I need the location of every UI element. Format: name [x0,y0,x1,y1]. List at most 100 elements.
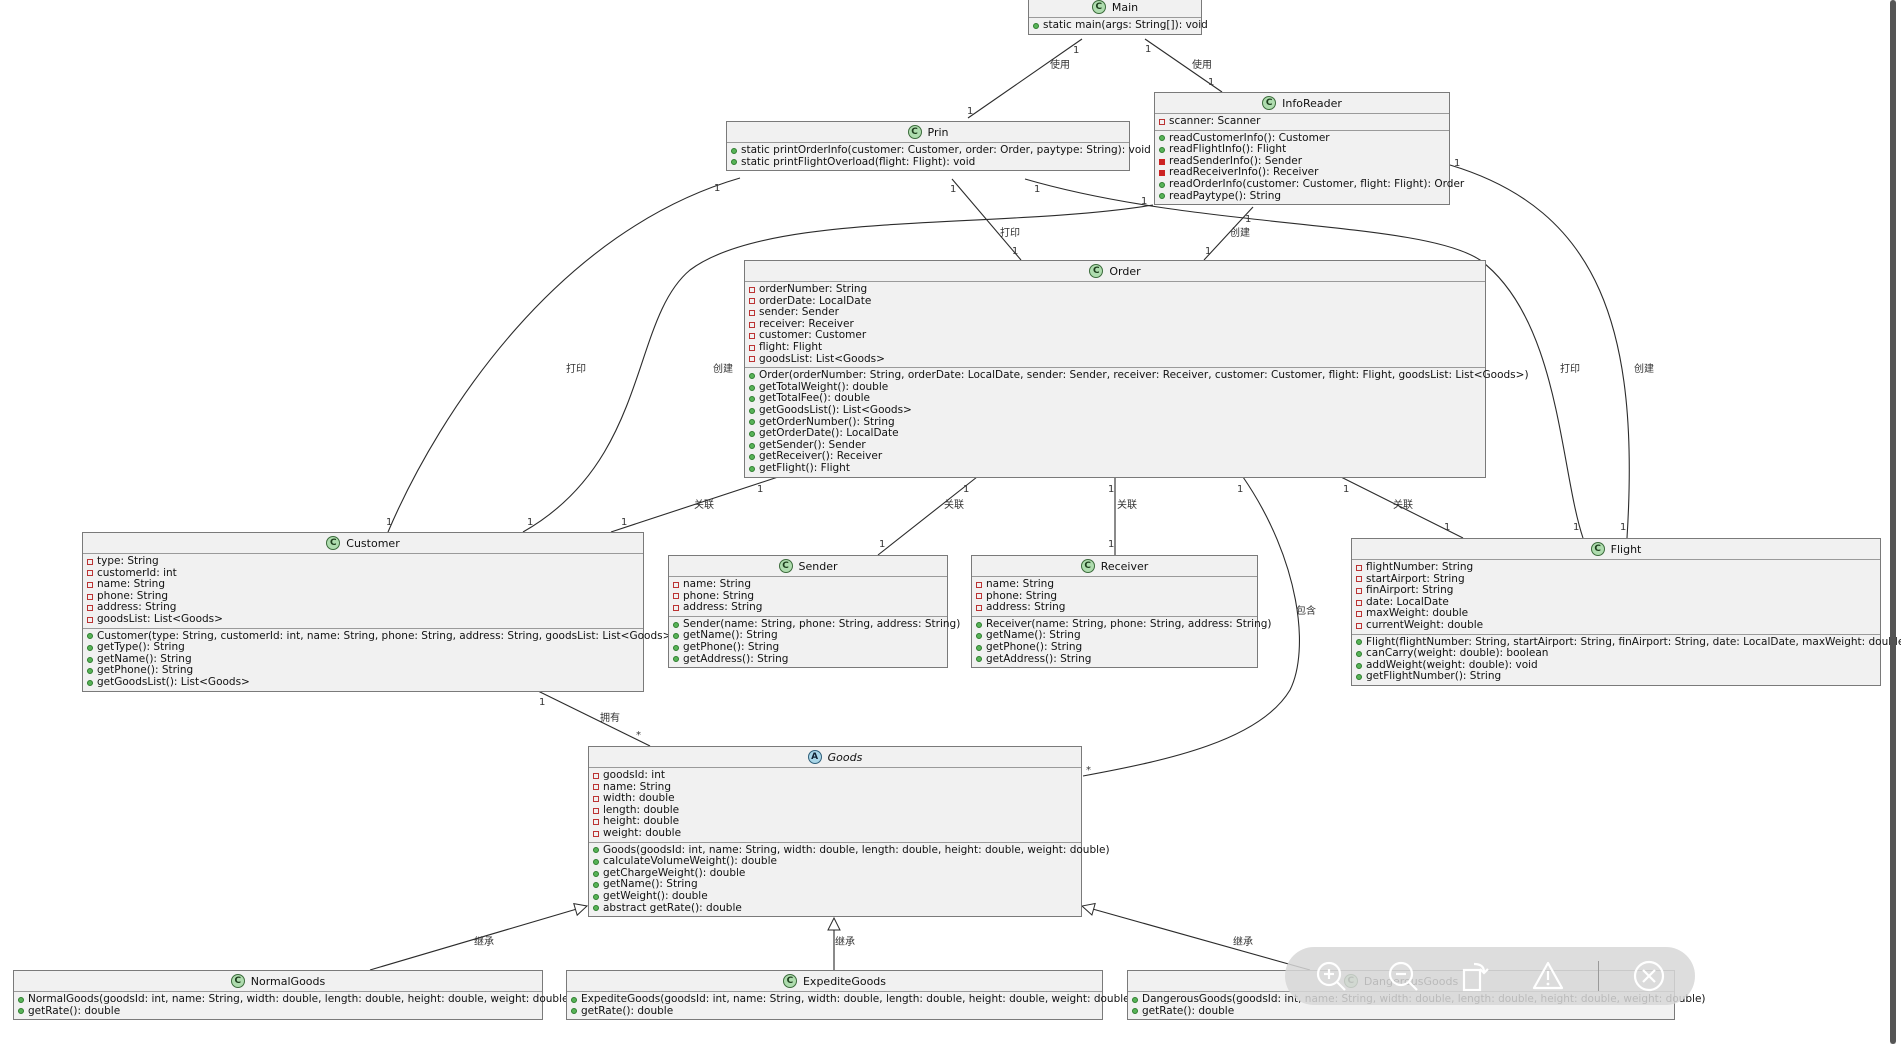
public-icon [749,430,755,437]
public-icon [18,996,24,1003]
method-text: static printFlightOverload(flight: Fligh… [741,155,976,168]
public-icon [976,621,982,628]
private-icon [749,298,755,305]
edge-label: 创建 [713,362,733,375]
private-icon [593,795,599,802]
attribute-text: flight: Flight [759,340,823,353]
public-icon [1356,650,1362,657]
method-row: Order(orderNumber: String, orderDate: Lo… [749,370,1529,382]
method-row: getAddress(): String [673,653,943,666]
multiplicity: 1 [1205,246,1211,257]
class-header: C Order [745,261,1485,282]
attribute-text: type: String [97,555,159,567]
zoom-out-button[interactable] [1381,954,1425,998]
method-text: getType(): String [97,641,185,654]
private-icon [87,605,93,612]
class-main: C Main static main(args: String[]): void [1028,0,1208,35]
rotate-icon [1463,962,1490,992]
close-button[interactable] [1627,954,1671,998]
multiplicity: 1 [1237,484,1243,495]
multiplicity: 1 [714,183,720,194]
method-text: getFlightNumber(): String [1366,670,1502,683]
zoom-in-button[interactable] [1309,954,1353,998]
multiplicity: * [1086,765,1091,776]
edge-prin-customer [387,177,741,533]
attribute-row: customer: Customer [749,330,1481,342]
class-expeditegoods: C ExpediteGoods ExpediteGoods(goodsId: int… [566,970,1134,1021]
private-icon [87,570,93,577]
class-name: Goods [827,750,863,764]
attribute-list: orderNumber: String orderDate: LocalDate s… [745,282,1485,367]
public-icon [673,633,679,640]
method-list: Customer(type: String, customerId: int, … [83,627,675,691]
class-receiver: C Receiver name: String phone: String addres… [971,555,1272,669]
method-list: readCustomerInfo(): Customer readFlightIn… [1155,129,1464,205]
class-icon: C [1089,264,1104,278]
method-row: ExpediteGoods(goodsId: int, name: String… [571,993,1134,1006]
method-list: Flight(flightNumber: String, startAirpor… [1352,633,1901,685]
method-row: abstract getRate(): double [593,902,1077,915]
method-row: static printOrderInfo(customer: Customer… [731,144,1151,157]
private-icon [593,772,599,779]
private-icon [1356,599,1362,606]
method-row: getFlight(): Flight [749,462,1481,475]
multiplicity: 1 [1573,522,1579,533]
edge-customer-goods [527,684,651,747]
private-icon [593,784,599,791]
method-row: getFlightNumber(): String [1356,671,1876,683]
edge-label: 关联 [1393,498,1413,511]
public-icon [976,656,982,663]
attribute-row: address: String [976,602,1253,614]
edge-label: 继承 [1233,935,1253,948]
public-icon [976,633,982,640]
attribute-row: name: String [976,578,1253,591]
method-list: Receiver(name: String, phone: String, ad… [972,615,1272,667]
private-icon [1356,576,1362,583]
public-icon [673,656,679,663]
method-text: getRate(): double [581,1004,674,1017]
report-icon [1532,961,1563,990]
multiplicity: 1 [1454,158,1460,169]
report-button[interactable] [1526,954,1570,998]
class-icon: C [782,974,797,988]
attribute-text: scanner: Scanner [1169,115,1261,127]
rotate-button[interactable] [1453,954,1497,998]
class-order: C Order orderNumber: String orderDate: Loca… [744,260,1529,478]
abstract-class-icon: A [807,750,822,764]
attribute-text: goodsList: List<Goods> [97,612,223,625]
attribute-row: orderNumber: String [749,283,1481,296]
method-text: Order(orderNumber: String, orderDate: Lo… [759,369,1529,382]
scrollbar-thumb[interactable] [1890,0,1896,1044]
method-text: calculateVolumeWeight(): double [603,855,777,868]
class-name: Prin [927,125,949,139]
class-name: Sender [798,559,838,573]
attribute-row: scanner: Scanner [1159,115,1445,128]
class-header: C Prin [727,122,1129,143]
attribute-row: currentWeight: double [1356,619,1876,632]
public-icon [749,372,755,379]
attribute-text: name: String [986,578,1054,590]
method-row: getRate(): double [18,1005,538,1018]
method-list: ExpediteGoods(goodsId: int, name: String… [567,992,1134,1019]
private-icon [1159,118,1165,125]
vertical-scrollbar[interactable] [1890,0,1896,1044]
private-icon [87,581,93,588]
method-text: getAddress(): String [986,652,1092,665]
private-icon [749,309,755,316]
image-viewer-toolbar [1285,947,1695,1005]
class-icon: C [1080,559,1095,573]
class-icon: C [1262,96,1277,110]
public-icon [1159,193,1165,200]
class-normalgoods: C NormalGoods NormalGoods(goodsId: int, na… [13,970,573,1021]
public-icon [1132,1008,1138,1015]
attribute-text: address: String [683,601,763,614]
public-icon [673,644,679,651]
method-text: getOrderDate(): LocalDate [759,427,899,440]
method-row: getAddress(): String [976,652,1253,666]
private-icon [749,344,755,351]
multiplicity: 1 [1245,214,1251,225]
attribute-list: name: String phone: String address: String [669,577,947,616]
public-icon [1033,22,1039,29]
attribute-text: weight: double [603,826,682,839]
public-icon [593,905,599,912]
